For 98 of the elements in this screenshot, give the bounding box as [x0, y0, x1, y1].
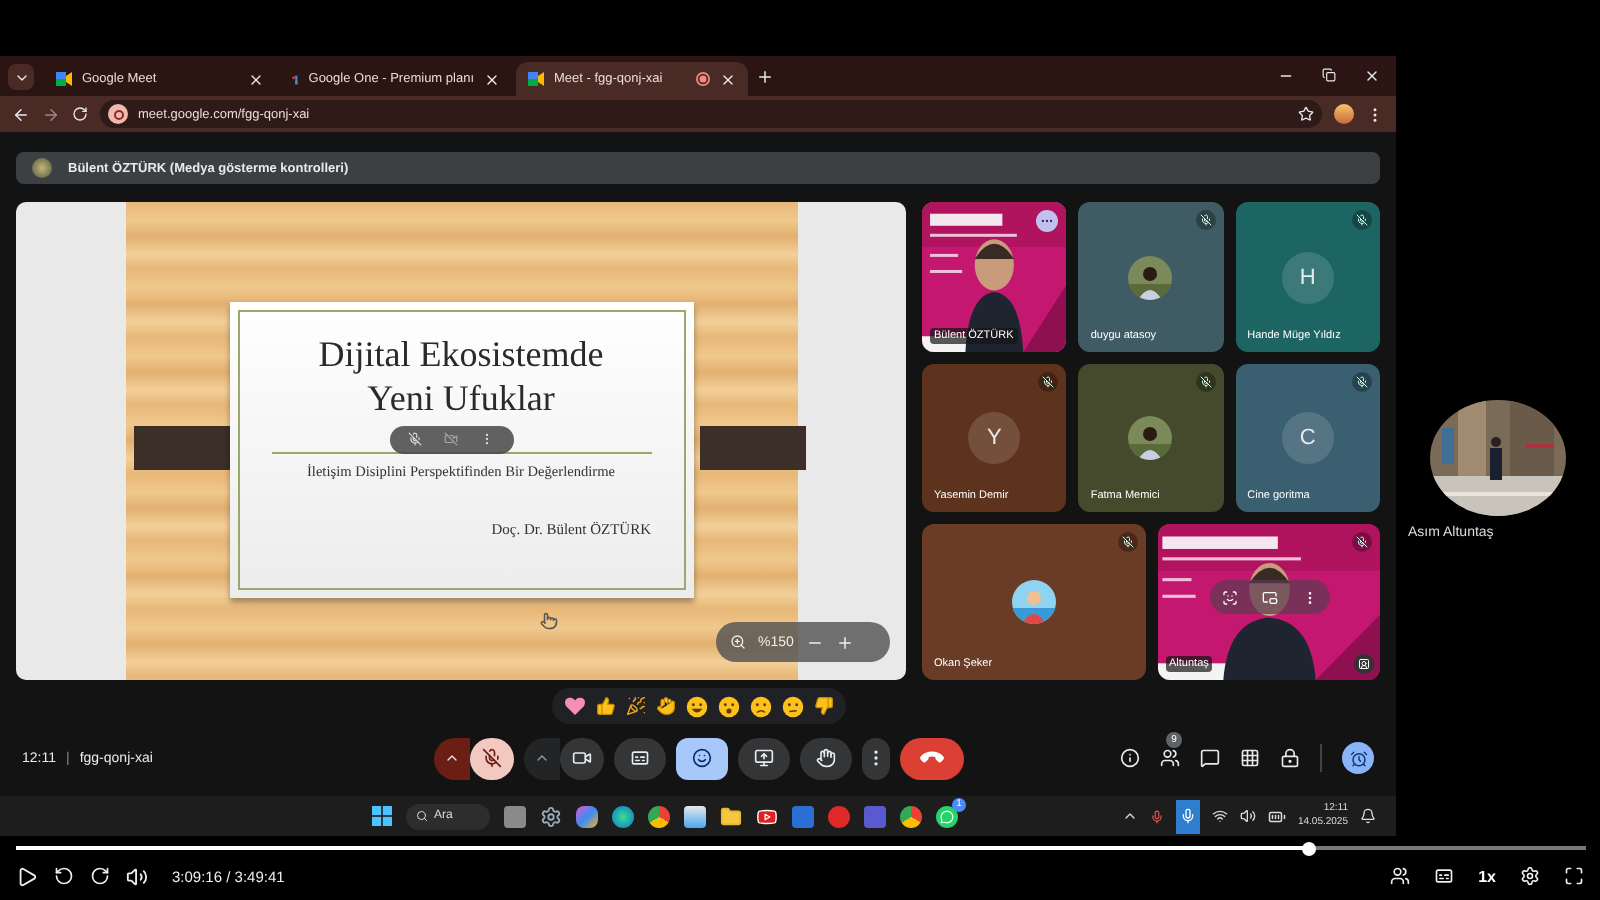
thumbs-down-icon[interactable] — [813, 696, 833, 716]
thinking-face-icon[interactable] — [781, 695, 803, 717]
slide-band — [700, 426, 806, 470]
reload-icon[interactable] — [72, 106, 88, 122]
slide-title: Yeni Ufuklar — [367, 375, 555, 419]
slide-title: Dijital Ekosistemde — [318, 331, 604, 375]
picture-in-picture-icon[interactable] — [1261, 589, 1277, 605]
chrome-browser-icon[interactable] — [648, 805, 670, 827]
caret-icon — [443, 750, 459, 766]
leave-call-button[interactable] — [899, 737, 963, 779]
video-camera-icon — [571, 748, 591, 768]
sad-face-icon[interactable] — [749, 695, 771, 717]
chat-bubble-icon — [940, 809, 954, 823]
gear-icon[interactable] — [540, 805, 562, 827]
hand-cursor-icon — [540, 612, 558, 630]
play-icon[interactable] — [16, 865, 38, 887]
wifi-icon[interactable] — [1211, 808, 1228, 824]
plus-icon — [756, 67, 774, 85]
caret-icon[interactable] — [1121, 808, 1138, 824]
more-icon — [1040, 214, 1055, 228]
people-icon[interactable] — [1160, 748, 1180, 768]
recording-icon — [696, 72, 710, 86]
store-icon[interactable] — [684, 805, 706, 827]
reactions-button[interactable] — [675, 737, 727, 779]
microphone-button[interactable] — [469, 737, 513, 779]
chat-icon[interactable] — [1200, 748, 1220, 768]
edge-browser-icon[interactable] — [612, 805, 634, 827]
close-icon[interactable] — [720, 71, 736, 87]
app-icon[interactable] — [864, 805, 886, 827]
hand-icon — [815, 748, 835, 768]
presenter-avatar — [32, 158, 52, 178]
google-one-logo-icon — [292, 71, 299, 87]
task-view-icon[interactable] — [504, 805, 526, 827]
rewind-icon[interactable] — [54, 866, 74, 886]
mic-off-icon[interactable] — [408, 432, 422, 446]
meet-logo-icon — [528, 72, 544, 86]
settings-icon[interactable] — [1520, 866, 1540, 886]
heart-icon[interactable] — [563, 696, 585, 716]
app-icon[interactable] — [576, 805, 598, 827]
camera-button[interactable] — [559, 737, 603, 779]
mic-off-icon — [481, 748, 501, 768]
video-off-icon[interactable] — [444, 432, 458, 446]
microphone-tray-button[interactable] — [1175, 799, 1200, 833]
tab-search-button[interactable] — [8, 64, 34, 90]
avatar-initial: C — [1281, 412, 1334, 464]
person-frame-icon — [1358, 658, 1370, 670]
site-info-icon[interactable] — [108, 104, 128, 124]
surprised-face-icon[interactable] — [717, 695, 739, 717]
app-icon[interactable] — [792, 805, 814, 827]
volume-icon[interactable] — [1239, 808, 1256, 824]
mic-icon[interactable] — [1149, 809, 1164, 823]
lock-icon[interactable] — [1280, 748, 1300, 768]
party-popper-icon[interactable] — [625, 696, 645, 716]
raise-hand-button[interactable] — [799, 737, 851, 779]
alarm-clock-icon — [1349, 749, 1367, 767]
video-play-icon[interactable] — [756, 805, 778, 827]
forward-icon[interactable] — [42, 105, 60, 123]
info-icon[interactable] — [1120, 748, 1140, 768]
more-options-button[interactable] — [861, 737, 889, 779]
frame-icon[interactable] — [1221, 589, 1237, 605]
captions-button[interactable] — [613, 737, 665, 779]
windows-logo-icon[interactable] — [372, 806, 392, 826]
battery-icon[interactable] — [1267, 807, 1286, 825]
zoom-in-icon[interactable] — [835, 633, 854, 651]
host-controls-button[interactable] — [1342, 742, 1374, 774]
laughing-face-icon[interactable] — [685, 695, 707, 717]
profile-avatar[interactable] — [1334, 104, 1354, 124]
zoom-icon[interactable] — [730, 634, 746, 650]
progress-handle[interactable] — [1302, 841, 1317, 855]
close-icon[interactable] — [1364, 68, 1380, 84]
app-icon[interactable] — [828, 805, 850, 827]
volume-icon[interactable] — [126, 865, 148, 887]
thumbs-up-icon[interactable] — [595, 696, 615, 716]
fast-forward-icon[interactable] — [90, 866, 110, 886]
meet-logo-icon — [56, 72, 72, 86]
mic-icon — [1179, 808, 1196, 824]
avatar-initial: Y — [968, 412, 1021, 464]
people-icon[interactable] — [1390, 866, 1411, 886]
close-icon[interactable] — [248, 71, 264, 87]
bell-icon[interactable] — [1360, 808, 1376, 824]
present-button[interactable] — [737, 737, 789, 779]
caret-icon — [533, 750, 549, 766]
chrome-browser-icon[interactable] — [900, 805, 922, 827]
search-icon — [416, 810, 428, 822]
avatar-initial: H — [1281, 251, 1334, 303]
captions-icon[interactable] — [1434, 866, 1455, 886]
apps-grid-icon[interactable] — [1240, 748, 1260, 768]
smile-icon — [691, 748, 711, 768]
folder-icon[interactable] — [720, 805, 742, 827]
star-icon[interactable] — [1298, 106, 1314, 122]
playback-speed-button[interactable]: 1x — [1478, 867, 1496, 885]
restore-icon[interactable] — [1322, 68, 1336, 82]
fullscreen-icon[interactable] — [1564, 866, 1584, 886]
captions-icon — [629, 748, 649, 768]
close-icon[interactable] — [484, 71, 500, 87]
clapping-hands-icon[interactable] — [655, 696, 675, 716]
present-screen-icon — [753, 748, 773, 768]
back-icon[interactable] — [12, 105, 30, 123]
